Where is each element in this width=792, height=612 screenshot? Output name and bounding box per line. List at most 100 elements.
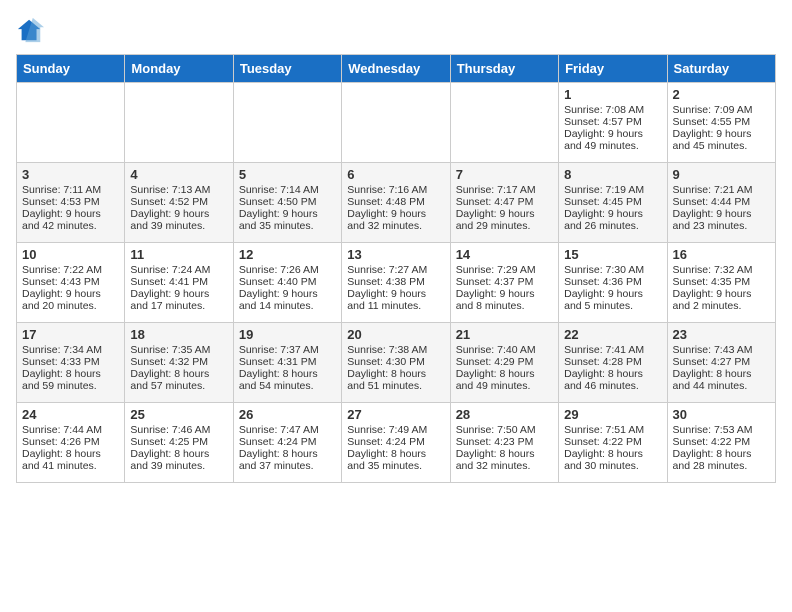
day-info: Sunset: 4:44 PM [673, 196, 770, 208]
day-info: Sunset: 4:31 PM [239, 356, 336, 368]
calendar-cell: 5Sunrise: 7:14 AMSunset: 4:50 PMDaylight… [233, 163, 341, 243]
day-info: Sunset: 4:41 PM [130, 276, 227, 288]
day-info: Daylight: 8 hours and 51 minutes. [347, 368, 444, 392]
day-info: Sunrise: 7:09 AM [673, 104, 770, 116]
day-number: 23 [673, 327, 770, 342]
day-info: Daylight: 8 hours and 44 minutes. [673, 368, 770, 392]
header-day-tuesday: Tuesday [233, 55, 341, 83]
day-info: Daylight: 9 hours and 14 minutes. [239, 288, 336, 312]
day-info: Sunset: 4:23 PM [456, 436, 553, 448]
day-number: 9 [673, 167, 770, 182]
day-info: Sunset: 4:35 PM [673, 276, 770, 288]
calendar-cell: 12 Sunrise: 7:26 AMSunset: 4:40 PMDayligh… [233, 243, 341, 323]
day-info: Sunrise: 7:27 AM [347, 264, 444, 276]
calendar-cell [233, 83, 341, 163]
day-info: Daylight: 8 hours and 30 minutes. [564, 448, 661, 472]
day-info: Sunrise: 7:50 AM [456, 424, 553, 436]
calendar-cell: 26Sunrise: 7:47 AMSunset: 4:24 PMDayligh… [233, 403, 341, 483]
day-info: Sunrise: 7:44 AM [22, 424, 119, 436]
calendar-cell: 15Sunrise: 7:30 AMSunset: 4:36 PMDayligh… [559, 243, 667, 323]
day-info: Sunset: 4:40 PM [239, 276, 336, 288]
day-number: 20 [347, 327, 444, 342]
day-number: 1 [564, 87, 661, 102]
calendar-cell: 2Sunrise: 7:09 AMSunset: 4:55 PMDaylight… [667, 83, 775, 163]
calendar-cell: 22Sunrise: 7:41 AMSunset: 4:28 PMDayligh… [559, 323, 667, 403]
day-info: Sunset: 4:36 PM [564, 276, 661, 288]
day-number: 17 [22, 327, 119, 342]
calendar-cell: 4Sunrise: 7:13 AMSunset: 4:52 PMDaylight… [125, 163, 233, 243]
day-number: 3 [22, 167, 119, 182]
day-info: Sunrise: 7:37 AM [239, 344, 336, 356]
calendar-cell: 21Sunrise: 7:40 AMSunset: 4:29 PMDayligh… [450, 323, 558, 403]
day-info: Daylight: 9 hours and 17 minutes. [130, 288, 227, 312]
day-info: Sunset: 4:25 PM [130, 436, 227, 448]
day-info: Sunset: 4:24 PM [347, 436, 444, 448]
calendar-cell: 1Sunrise: 7:08 AMSunset: 4:57 PMDaylight… [559, 83, 667, 163]
day-info: Sunrise: 7:30 AM [564, 264, 661, 276]
day-info: Sunrise: 7:49 AM [347, 424, 444, 436]
day-info: Sunrise: 7:13 AM [130, 184, 227, 196]
day-info: Sunrise: 7:24 AM [130, 264, 227, 276]
day-info: Daylight: 9 hours and 29 minutes. [456, 208, 553, 232]
calendar-week-row: 3Sunrise: 7:11 AMSunset: 4:53 PMDaylight… [17, 163, 776, 243]
calendar-header-row: SundayMondayTuesdayWednesdayThursdayFrid… [17, 55, 776, 83]
day-info: Sunrise: 7:11 AM [22, 184, 119, 196]
day-info: Daylight: 9 hours and 11 minutes. [347, 288, 444, 312]
day-info: Sunrise: 7:17 AM [456, 184, 553, 196]
calendar-cell: 23Sunrise: 7:43 AMSunset: 4:27 PMDayligh… [667, 323, 775, 403]
calendar-cell: 6Sunrise: 7:16 AMSunset: 4:48 PMDaylight… [342, 163, 450, 243]
day-info: Daylight: 8 hours and 39 minutes. [130, 448, 227, 472]
calendar-cell: 24Sunrise: 7:44 AMSunset: 4:26 PMDayligh… [17, 403, 125, 483]
day-number: 12 [239, 247, 336, 262]
day-number: 28 [456, 407, 553, 422]
calendar-cell: 13Sunrise: 7:27 AMSunset: 4:38 PMDayligh… [342, 243, 450, 323]
day-info: Daylight: 9 hours and 32 minutes. [347, 208, 444, 232]
day-info: Sunrise: 7:38 AM [347, 344, 444, 356]
day-info: Sunrise: 7:08 AM [564, 104, 661, 116]
day-number: 7 [456, 167, 553, 182]
calendar-cell: 11 Sunrise: 7:24 AMSunset: 4:41 PMDayligh… [125, 243, 233, 323]
calendar-cell: 9Sunrise: 7:21 AMSunset: 4:44 PMDaylight… [667, 163, 775, 243]
header-day-thursday: Thursday [450, 55, 558, 83]
calendar-cell: 3Sunrise: 7:11 AMSunset: 4:53 PMDaylight… [17, 163, 125, 243]
day-number: 19 [239, 327, 336, 342]
day-info: Daylight: 9 hours and 2 minutes. [673, 288, 770, 312]
day-number: 16 [673, 247, 770, 262]
day-number: 15 [564, 247, 661, 262]
day-info: Sunset: 4:47 PM [456, 196, 553, 208]
day-info: Sunset: 4:38 PM [347, 276, 444, 288]
day-info: Daylight: 9 hours and 35 minutes. [239, 208, 336, 232]
calendar-cell [342, 83, 450, 163]
day-info: Sunset: 4:43 PM [22, 276, 119, 288]
day-info: Sunrise: 7:26 AM [239, 264, 336, 276]
day-info: Daylight: 9 hours and 8 minutes. [456, 288, 553, 312]
day-info: Sunset: 4:48 PM [347, 196, 444, 208]
day-info: Daylight: 8 hours and 28 minutes. [673, 448, 770, 472]
calendar-cell [125, 83, 233, 163]
calendar-cell: 8Sunrise: 7:19 AMSunset: 4:45 PMDaylight… [559, 163, 667, 243]
day-info: Daylight: 9 hours and 23 minutes. [673, 208, 770, 232]
calendar-cell [450, 83, 558, 163]
day-info: Sunrise: 7:47 AM [239, 424, 336, 436]
day-number: 8 [564, 167, 661, 182]
day-info: Sunrise: 7:41 AM [564, 344, 661, 356]
day-info: Sunset: 4:30 PM [347, 356, 444, 368]
day-info: Daylight: 8 hours and 41 minutes. [22, 448, 119, 472]
calendar-cell: 29Sunrise: 7:51 AMSunset: 4:22 PMDayligh… [559, 403, 667, 483]
day-number: 11 [130, 247, 227, 262]
day-number: 21 [456, 327, 553, 342]
calendar-week-row: 17Sunrise: 7:34 AMSunset: 4:33 PMDayligh… [17, 323, 776, 403]
calendar-cell: 19Sunrise: 7:37 AMSunset: 4:31 PMDayligh… [233, 323, 341, 403]
header-day-saturday: Saturday [667, 55, 775, 83]
day-info: Sunrise: 7:40 AM [456, 344, 553, 356]
day-info: Daylight: 8 hours and 32 minutes. [456, 448, 553, 472]
page-header [16, 16, 776, 44]
calendar-cell: 16 Sunrise: 7:32 AMSunset: 4:35 PMDayligh… [667, 243, 775, 323]
day-info: Sunset: 4:32 PM [130, 356, 227, 368]
day-info: Sunset: 4:24 PM [239, 436, 336, 448]
header-day-monday: Monday [125, 55, 233, 83]
day-number: 27 [347, 407, 444, 422]
day-info: Daylight: 9 hours and 26 minutes. [564, 208, 661, 232]
day-info: Sunrise: 7:32 AM [673, 264, 770, 276]
day-info: Sunrise: 7:51 AM [564, 424, 661, 436]
